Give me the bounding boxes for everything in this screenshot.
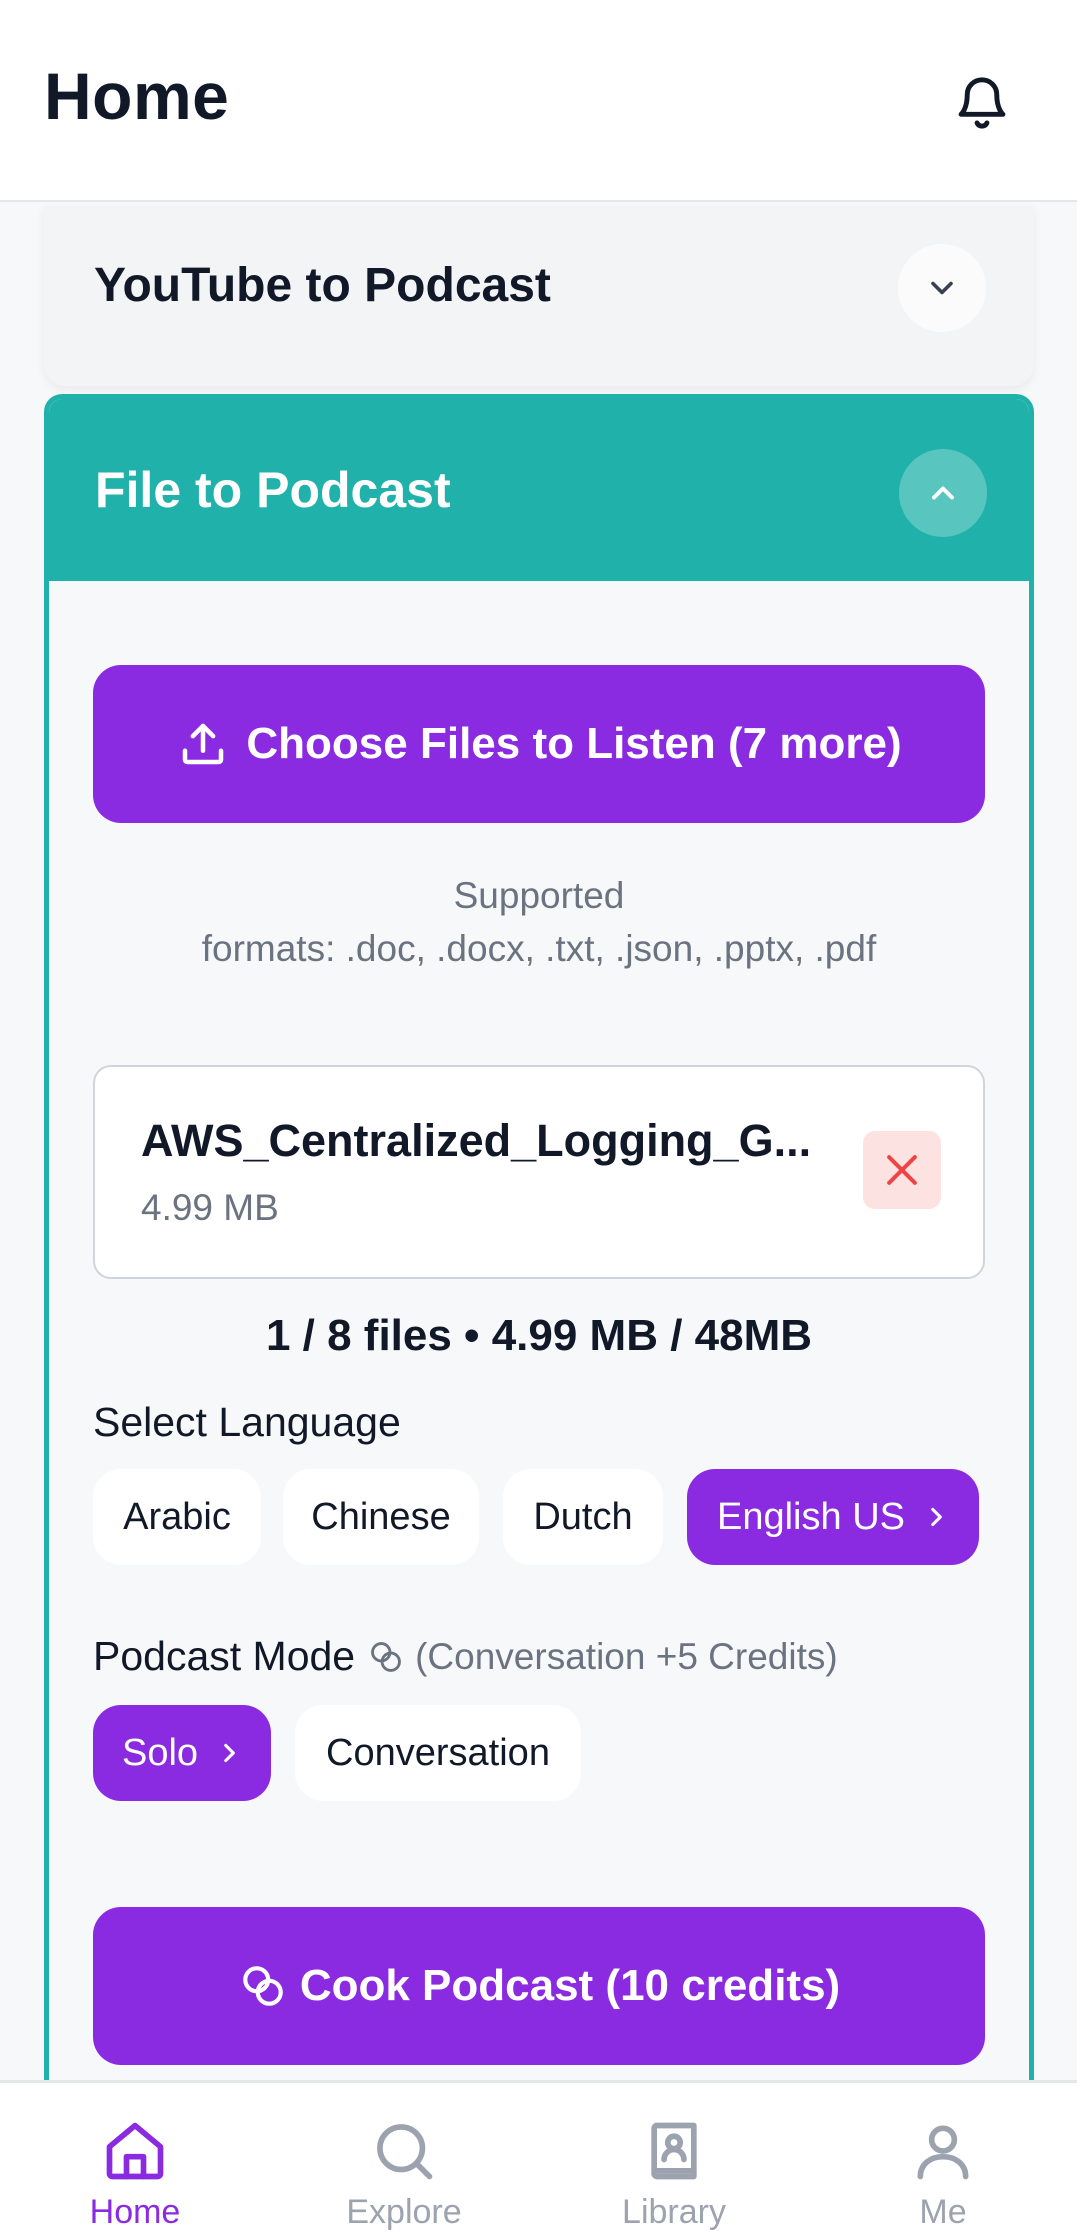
expand-youtube-button[interactable] — [898, 244, 986, 332]
bottom-nav: Home Explore Library Me — [0, 2080, 1077, 2239]
coins-icon — [371, 1641, 401, 1672]
coins-icon — [243, 1966, 283, 2006]
formats-line-2: formats: .doc, .docx, .txt, .json, .pptx… — [201, 928, 877, 969]
chip-label: Dutch — [533, 1495, 633, 1538]
mode-chip-solo[interactable]: Solo — [93, 1705, 271, 1801]
chip-label: Chinese — [311, 1495, 451, 1538]
podcast-mode-label: Podcast Mode — [93, 1633, 356, 1679]
chevron-down-icon — [931, 281, 953, 295]
podcast-mode-label-row: Podcast Mode (Conversation +5 Credits) — [93, 1633, 838, 1680]
language-chip-english-us[interactable]: English US — [687, 1469, 979, 1565]
remove-file-button[interactable] — [863, 1131, 941, 1209]
files-summary: 1 / 8 files • 4.99 MB / 48MB — [265, 1311, 813, 1360]
file-section-header[interactable]: File to Podcast — [49, 399, 1029, 581]
nav-explore[interactable]: Explore — [304, 2083, 504, 2239]
nav-me[interactable]: Me — [843, 2083, 1043, 2239]
language-label: Select Language — [93, 1399, 401, 1445]
choose-files-label: Choose Files to Listen (7 more) — [246, 719, 902, 768]
file-size: 4.99 MB — [141, 1187, 279, 1228]
file-section-title: File to Podcast — [95, 462, 451, 518]
youtube-to-podcast-section[interactable]: YouTube to Podcast — [44, 206, 1034, 386]
close-icon — [887, 1155, 917, 1185]
chevron-up-icon — [932, 486, 954, 500]
search-icon — [377, 2124, 433, 2180]
chip-label: Arabic — [123, 1495, 231, 1538]
nav-home-label: Home — [89, 2193, 181, 2231]
nav-library-label: Library — [622, 2193, 726, 2231]
nav-library[interactable]: Library — [574, 2083, 774, 2239]
chevron-right-icon — [224, 1743, 235, 1763]
selected-file-item: AWS_Centralized_Logging_G... 4.99 MB — [93, 1065, 985, 1279]
language-chip-chinese[interactable]: Chinese — [283, 1469, 479, 1565]
nav-home[interactable]: Home — [35, 2083, 235, 2239]
collapse-file-button[interactable] — [899, 449, 987, 537]
chip-label: Conversation — [326, 1731, 550, 1774]
supported-formats: Supported formats: .doc, .docx, .txt, .j… — [49, 869, 1029, 975]
cook-podcast-label: Cook Podcast (10 credits) — [299, 1961, 841, 2010]
page-title: Home — [44, 59, 230, 133]
user-icon — [917, 2125, 969, 2180]
mode-note: (Conversation +5 Credits) — [415, 1635, 838, 1677]
chip-label: English US — [717, 1495, 905, 1538]
nav-explore-label: Explore — [346, 2193, 462, 2231]
mode-chip-conversation[interactable]: Conversation — [295, 1705, 581, 1801]
youtube-section-title: YouTube to Podcast — [94, 259, 551, 312]
choose-files-button[interactable]: Choose Files to Listen (7 more) — [93, 665, 985, 823]
bell-icon[interactable] — [952, 70, 1012, 134]
library-icon — [651, 2122, 697, 2180]
chip-label: Solo — [121, 1731, 199, 1774]
nav-me-label: Me — [919, 2193, 967, 2231]
chevron-right-icon — [931, 1507, 942, 1527]
language-chip-dutch[interactable]: Dutch — [503, 1469, 663, 1565]
upload-icon — [183, 723, 224, 765]
formats-line-1: Supported — [453, 875, 625, 916]
home-icon — [106, 2122, 164, 2180]
app-header: Home — [0, 0, 1077, 202]
file-to-podcast-section: File to Podcast Choose Files to Listen (… — [44, 394, 1034, 2239]
file-name: AWS_Centralized_Logging_G... — [141, 1115, 812, 1166]
cook-podcast-button[interactable]: Cook Podcast (10 credits) — [93, 1907, 985, 2065]
language-chip-arabic[interactable]: Arabic — [93, 1469, 261, 1565]
